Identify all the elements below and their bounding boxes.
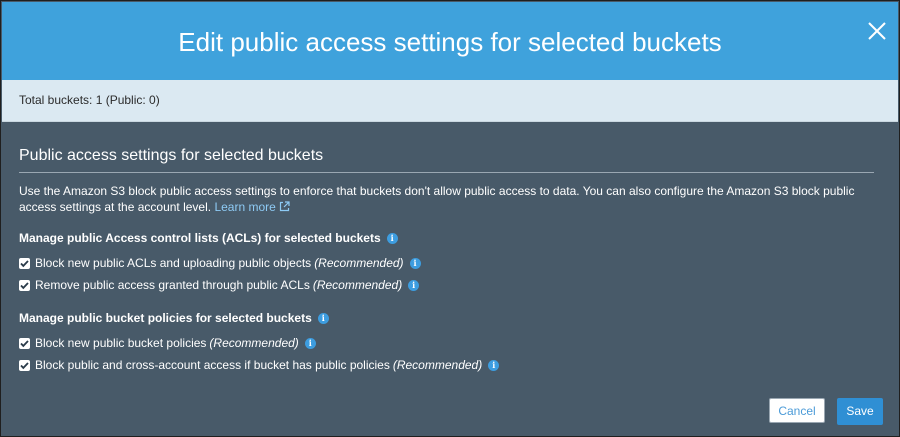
info-icon[interactable]: i	[317, 312, 329, 324]
policy-group-title: Manage public bucket policies for select…	[19, 310, 874, 326]
bucket-summary-bar: Total buckets: 1 (Public: 0)	[2, 80, 898, 122]
close-icon[interactable]	[866, 20, 888, 42]
option-label: Block new public bucket policies	[35, 336, 207, 350]
checkbox-block-cross-account-access[interactable]: Block public and cross-account access if…	[19, 357, 874, 373]
recommended-note: (Recommended)	[209, 336, 299, 350]
option-label: Block new public ACLs and uploading publ…	[35, 256, 312, 270]
checkbox-remove-public-acl-access[interactable]: Remove public access granted through pub…	[19, 277, 874, 293]
checkbox-checked-icon[interactable]	[19, 279, 30, 291]
external-link-icon	[279, 200, 290, 216]
checkbox-block-new-public-acls[interactable]: Block new public ACLs and uploading publ…	[19, 255, 874, 271]
acl-group-label: Manage public Access control lists (ACLs…	[19, 231, 381, 245]
info-icon[interactable]: i	[409, 257, 421, 269]
save-button[interactable]: Save	[837, 398, 883, 425]
settings-content: Public access settings for selected buck…	[19, 122, 874, 373]
checkbox-checked-icon[interactable]	[19, 337, 30, 349]
description-text: Use the Amazon S3 block public access se…	[19, 184, 855, 214]
info-icon[interactable]: i	[488, 359, 500, 371]
checkbox-checked-icon[interactable]	[19, 257, 30, 269]
policy-group-label: Manage public bucket policies for select…	[19, 311, 312, 325]
section-title: Public access settings for selected buck…	[19, 146, 874, 173]
total-buckets-text: Total buckets: 1 (Public: 0)	[19, 93, 160, 107]
acl-group-title: Manage public Access control lists (ACLs…	[19, 230, 874, 246]
edit-public-access-modal: Edit public access settings for selected…	[0, 0, 900, 437]
option-label: Block public and cross-account access if…	[35, 358, 390, 372]
info-icon[interactable]: i	[408, 279, 420, 291]
section-description: Use the Amazon S3 block public access se…	[19, 183, 874, 216]
learn-more-label: Learn more	[214, 200, 276, 214]
learn-more-link[interactable]: Learn more	[214, 200, 290, 216]
modal-title: Edit public access settings for selected…	[178, 27, 722, 57]
recommended-note: (Recommended)	[312, 278, 403, 292]
recommended-note: (Recommended)	[314, 256, 404, 270]
info-icon[interactable]: i	[386, 232, 398, 244]
cancel-button[interactable]: Cancel	[769, 398, 825, 423]
checkbox-checked-icon[interactable]	[19, 359, 30, 371]
recommended-note: (Recommended)	[392, 358, 483, 372]
checkbox-block-new-public-policies[interactable]: Block new public bucket policies (Recomm…	[19, 335, 874, 351]
modal-header: Edit public access settings for selected…	[2, 2, 898, 80]
info-icon[interactable]: i	[304, 337, 316, 349]
option-label: Remove public access granted through pub…	[35, 278, 310, 292]
